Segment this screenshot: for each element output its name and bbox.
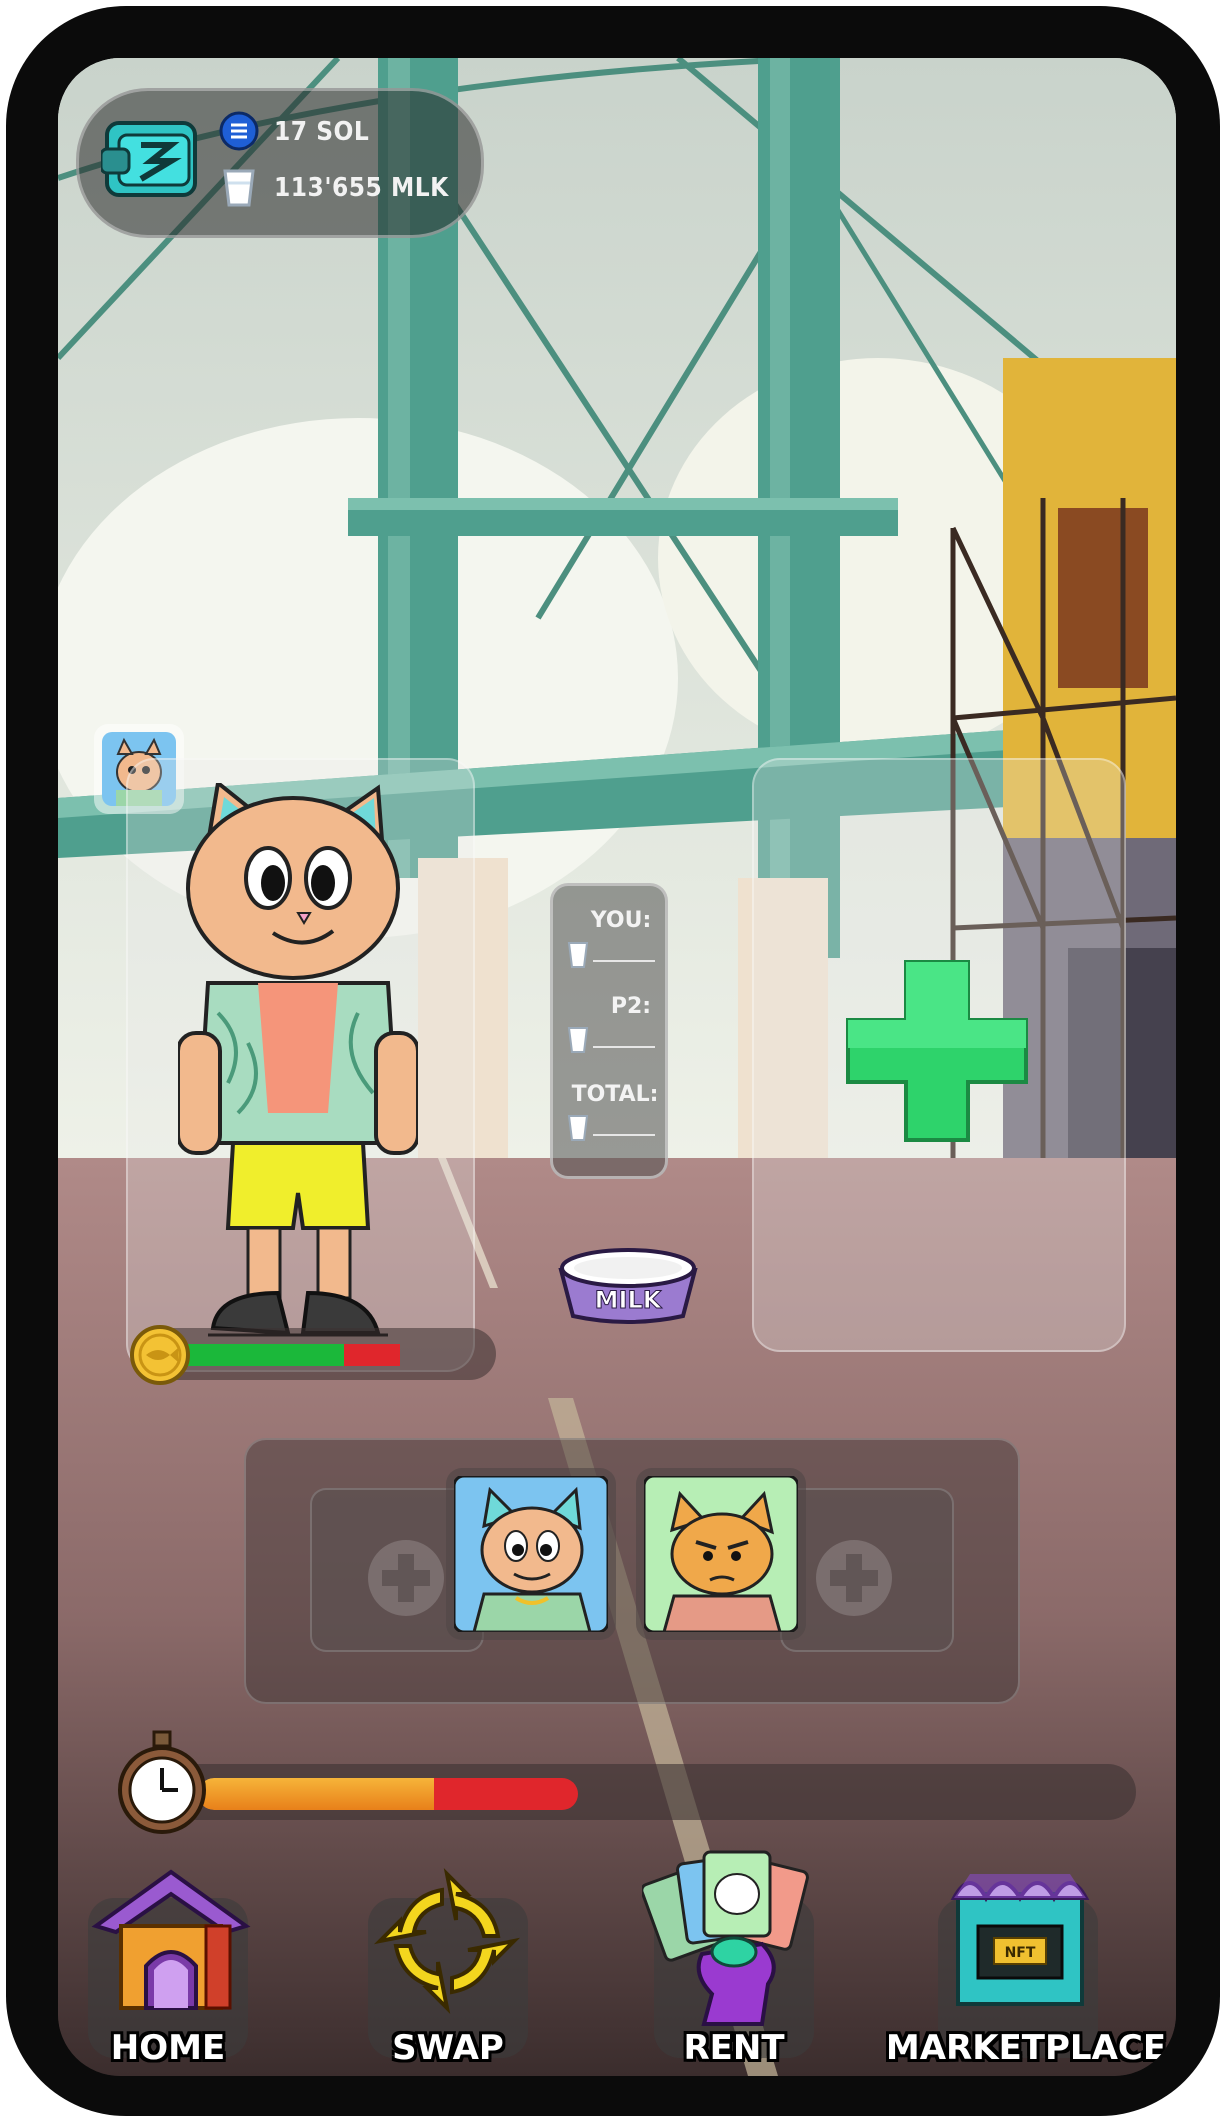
health-bar-empty — [344, 1344, 400, 1366]
milk-bowl-text: MILK — [595, 1286, 663, 1314]
phone-frame: 17 SOL 113'655 MLK YOU: P2: TOTAL: MILK … — [6, 6, 1220, 2116]
wallet-icon — [101, 121, 197, 197]
solana-coin-icon — [219, 111, 259, 151]
nav-home-label[interactable]: HOME — [78, 2028, 258, 2068]
cat-card-one[interactable] — [446, 1468, 616, 1640]
milk-score-panel: YOU: P2: TOTAL: — [550, 883, 668, 1179]
timer-bar-remaining — [434, 1778, 578, 1810]
mlk-balance: 113'655 MLK — [274, 173, 449, 203]
you-value-line — [593, 960, 655, 962]
empty-slot-plus-icon — [368, 1540, 444, 1616]
swap-arrows-icon — [373, 1867, 521, 2015]
health-bar — [176, 1344, 456, 1366]
cat-house-icon — [91, 1869, 251, 2010]
fish-coin-icon — [130, 1325, 190, 1385]
wallet-hud[interactable]: 17 SOL 113'655 MLK — [76, 88, 484, 238]
milk-glass-icon — [567, 1115, 589, 1141]
timer-bar — [198, 1778, 958, 1810]
stopwatch-icon — [118, 1730, 206, 1834]
milk-glass-icon — [567, 1027, 589, 1053]
health-bar-fill — [176, 1344, 344, 1366]
cat-card-two[interactable] — [636, 1468, 806, 1640]
cat-card-one-art — [454, 1476, 608, 1632]
nav-marketplace-label[interactable]: MARKETPLACE — [876, 2028, 1176, 2068]
milk-glass-icon — [567, 942, 589, 968]
add-player-plus-icon[interactable] — [844, 958, 1030, 1144]
total-label: TOTAL: — [571, 1082, 659, 1107]
nft-shop-icon: NFT — [950, 1874, 1090, 2006]
p2-label: P2: — [610, 994, 652, 1019]
nav-rent-label[interactable]: RENT — [644, 2028, 824, 2068]
cat-card-two-art — [644, 1476, 798, 1632]
empty-slot-plus-icon — [816, 1540, 892, 1616]
game-screen: 17 SOL 113'655 MLK YOU: P2: TOTAL: MILK … — [58, 58, 1176, 2076]
svg-text:NFT: NFT — [1005, 1945, 1036, 1961]
cards-hand-icon — [642, 1850, 809, 2026]
cat-character — [178, 783, 418, 1337]
timer-bar-fill — [198, 1778, 434, 1810]
total-value-line — [593, 1134, 655, 1136]
sol-balance: 17 SOL — [274, 117, 370, 147]
milk-glass-icon — [223, 169, 255, 207]
milk-bowl-icon: MILK — [558, 1248, 698, 1324]
p2-value-line — [593, 1046, 655, 1048]
nav-swap-label[interactable]: SWAP — [358, 2028, 538, 2068]
you-label: YOU: — [590, 908, 652, 933]
